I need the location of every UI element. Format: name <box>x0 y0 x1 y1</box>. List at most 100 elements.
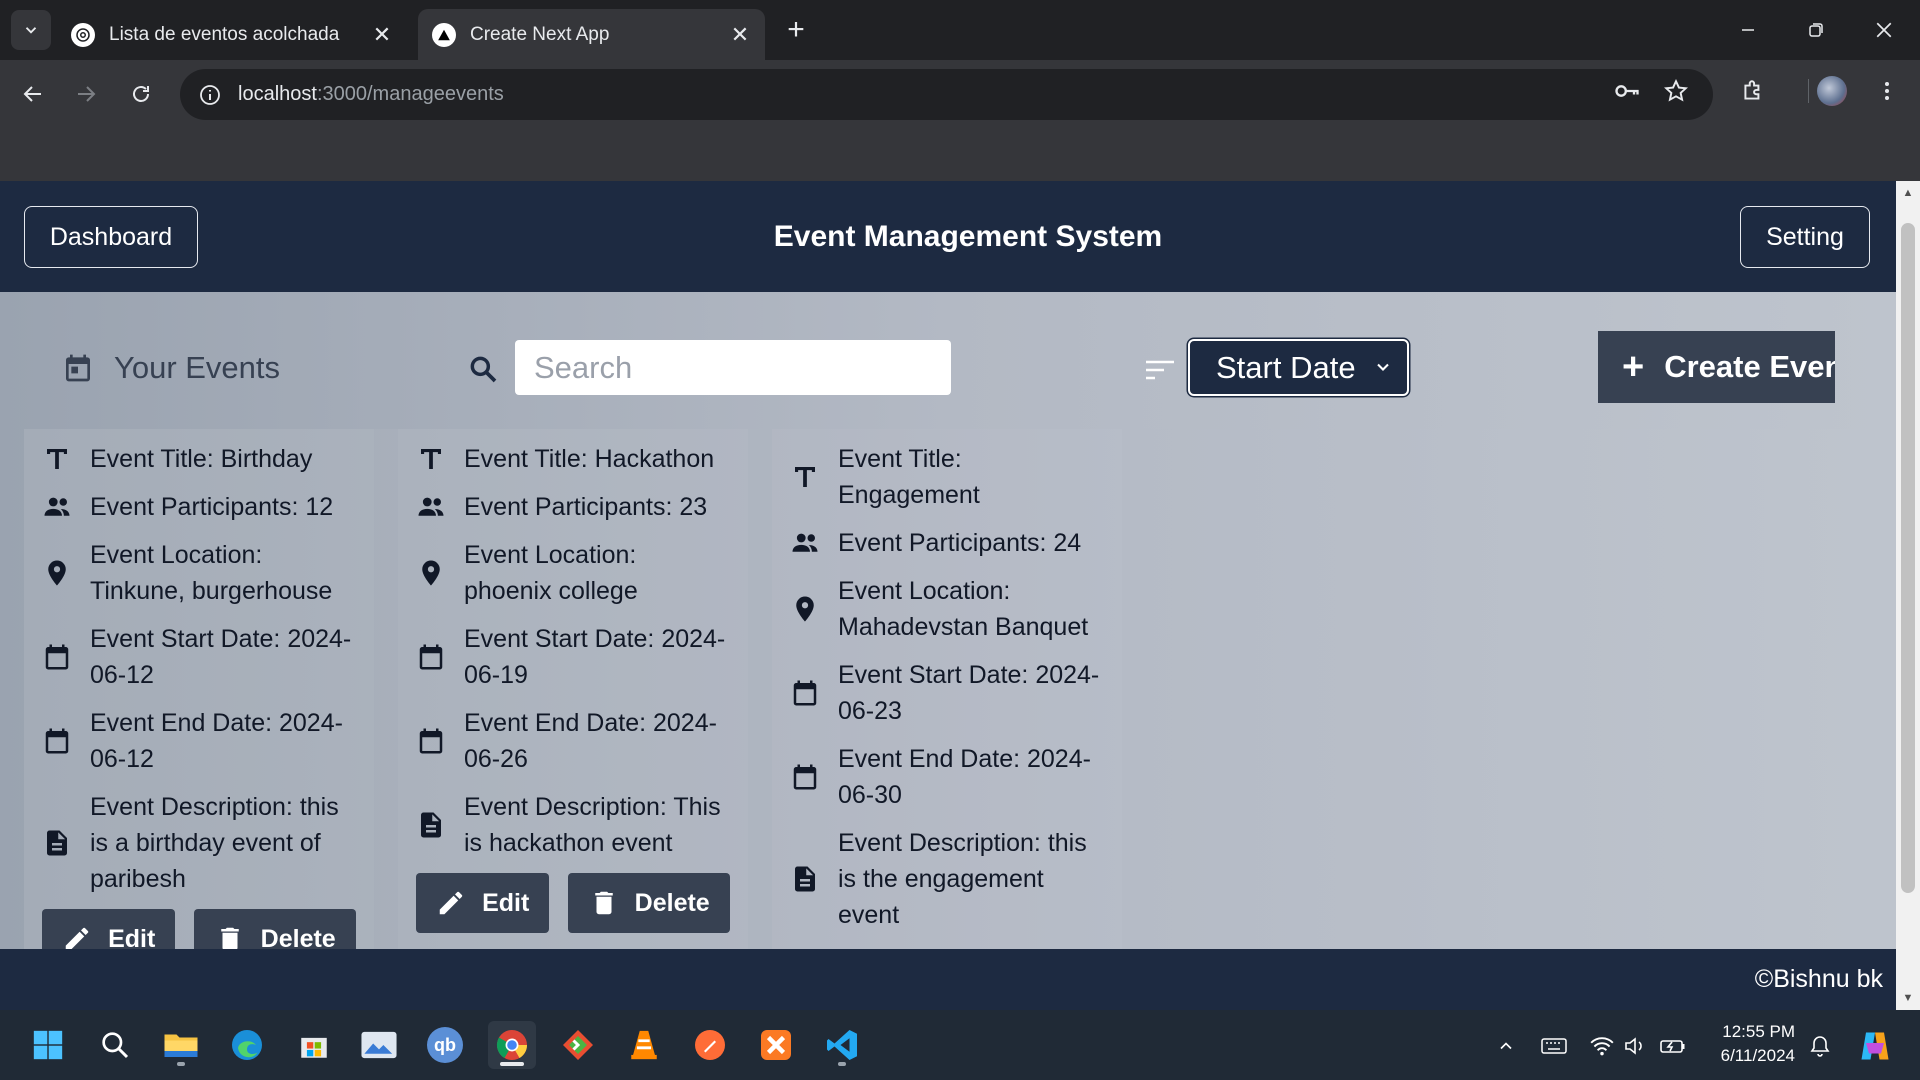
git-client-icon[interactable] <box>554 1021 602 1069</box>
password-key-icon[interactable] <box>1610 74 1644 108</box>
location-pin-icon <box>48 560 66 586</box>
event-title-row: Event Title: Engagement <box>790 441 1104 513</box>
calendar-icon <box>45 644 69 670</box>
event-start-date: Event Start Date: 2024-06-12 <box>90 625 352 689</box>
event-start-row: Event Start Date: 2024-06-23 <box>790 657 1104 729</box>
delete-label: Delete <box>260 924 336 950</box>
file-explorer-icon[interactable] <box>157 1021 205 1069</box>
xampp-icon[interactable] <box>752 1021 800 1069</box>
search-input[interactable] <box>515 340 951 395</box>
close-tab-icon[interactable]: ✕ <box>729 22 751 47</box>
pencil-icon <box>439 891 463 915</box>
scrollbar-thumb[interactable] <box>1901 223 1915 893</box>
running-indicator <box>500 1062 524 1066</box>
nextjs-triangle-icon <box>432 22 456 47</box>
event-title: Event Title: Engagement <box>838 445 980 509</box>
tab-search-button[interactable] <box>11 10 51 50</box>
reload-icon[interactable] <box>121 74 161 114</box>
notification-bell-icon[interactable] <box>1806 1032 1834 1060</box>
sort-select[interactable]: Start Date <box>1188 339 1409 396</box>
chatgpt-icon <box>71 22 95 47</box>
sort-icon <box>1146 360 1174 380</box>
tab-title: Lista de eventos acolchada <box>109 23 340 45</box>
chevron-up-icon[interactable] <box>1492 1032 1520 1060</box>
people-icon <box>418 497 444 516</box>
event-end-date: Event End Date: 2024-06-12 <box>90 709 343 773</box>
page-scrollbar[interactable]: ▲ ▼ <box>1896 181 1920 1010</box>
browser-tab-bar: Lista de eventos acolchada ✕ Create Next… <box>0 0 1920 60</box>
event-title-row: Event Title: Birthday <box>42 441 356 477</box>
event-start-date: Event Start Date: 2024-06-19 <box>464 625 726 689</box>
back-arrow-icon[interactable] <box>13 74 53 114</box>
volume-icon[interactable] <box>1621 1032 1649 1060</box>
vlc-player-icon[interactable] <box>620 1021 668 1069</box>
site-info-icon[interactable] <box>198 83 222 107</box>
event-description: Event Description: this is the engagemen… <box>838 829 1087 929</box>
edit-label: Edit <box>108 924 156 950</box>
minimize-window-icon[interactable] <box>1728 10 1768 50</box>
postman-icon[interactable] <box>686 1021 734 1069</box>
event-end-row: Event End Date: 2024-06-30 <box>790 741 1104 813</box>
your-events-heading: Your Events <box>62 350 280 386</box>
event-location-row: Event Location: phoenix college <box>416 537 730 609</box>
chevron-down-icon <box>1377 363 1389 371</box>
keyboard-icon[interactable] <box>1540 1032 1568 1060</box>
location-pin-icon <box>796 596 814 622</box>
trash-icon <box>594 891 613 915</box>
app-title: Event Management System <box>773 219 1163 253</box>
event-location: Event Location: phoenix college <box>464 541 638 605</box>
battery-charging-icon[interactable] <box>1659 1032 1687 1060</box>
event-end-date: Event End Date: 2024-06-30 <box>838 745 1091 809</box>
scroll-up-arrow-icon[interactable]: ▲ <box>1896 183 1920 203</box>
edit-button[interactable]: Edit <box>416 873 550 933</box>
profile-avatar[interactable] <box>1815 74 1849 108</box>
setting-button[interactable]: Setting <box>1740 206 1870 268</box>
edit-button[interactable]: Edit <box>42 909 176 950</box>
address-bar[interactable]: localhost:3000/manageevents <box>180 69 1713 120</box>
event-description-row: Event Description: This is hackathon eve… <box>416 789 730 861</box>
close-window-icon[interactable] <box>1864 10 1904 50</box>
event-end-row: Event End Date: 2024-06-12 <box>42 705 356 777</box>
scroll-down-arrow-icon[interactable]: ▼ <box>1896 988 1920 1008</box>
dashboard-button[interactable]: Dashboard <box>24 206 198 268</box>
calendar-icon <box>419 644 443 670</box>
document-icon <box>421 812 441 838</box>
vscode-icon[interactable] <box>818 1021 866 1069</box>
event-participants-row: Event Participants: 12 <box>42 489 356 525</box>
edge-browser-icon[interactable] <box>223 1021 271 1069</box>
search-icon[interactable] <box>91 1021 139 1069</box>
tab-lista-eventos[interactable]: Lista de eventos acolchada ✕ <box>57 9 407 60</box>
restore-window-icon[interactable] <box>1796 10 1836 50</box>
delete-button[interactable]: Delete <box>568 873 730 933</box>
microsoft-store-icon[interactable] <box>290 1021 338 1069</box>
tab-title: Create Next App <box>470 23 610 45</box>
delete-button[interactable]: Delete <box>194 909 356 949</box>
create-event-button[interactable]: + Create Event <box>1598 331 1835 403</box>
close-tab-icon[interactable]: ✕ <box>371 22 393 47</box>
event-participants: Event Participants: 12 <box>90 493 334 521</box>
qbittorrent-icon[interactable]: qb <box>421 1021 469 1069</box>
bookmark-star-icon[interactable] <box>1659 74 1693 108</box>
system-clock[interactable]: 12:55 PM 6/11/2024 <box>1705 1020 1795 1068</box>
url-text: localhost:3000/manageevents <box>238 83 504 106</box>
plus-icon: + <box>1622 345 1645 388</box>
photos-app-icon[interactable] <box>355 1021 403 1069</box>
event-start-row: Event Start Date: 2024-06-12 <box>42 621 356 693</box>
event-location: Event Location: Mahadevstan Banquet <box>838 577 1089 641</box>
clock-time: 12:55 PM <box>1722 1022 1795 1041</box>
extensions-puzzle-icon[interactable] <box>1736 74 1770 108</box>
main-content: Your Events Start Date + Create Event Ev… <box>0 292 1896 949</box>
event-participants: Event Participants: 24 <box>838 529 1082 557</box>
forward-arrow-icon[interactable] <box>66 74 106 114</box>
new-tab-button[interactable]: + <box>780 13 812 46</box>
chrome-browser-icon[interactable] <box>488 1021 536 1069</box>
copilot-icon[interactable] <box>1855 1026 1895 1066</box>
wifi-icon[interactable] <box>1588 1032 1616 1060</box>
running-indicator <box>177 1062 185 1066</box>
event-participants-row: Event Participants: 24 <box>790 525 1104 561</box>
create-event-label: Create Event <box>1664 349 1835 384</box>
tab-create-next-app[interactable]: Create Next App ✕ <box>418 9 765 60</box>
event-location: Event Location: Tinkune, burgerhouse <box>90 541 333 605</box>
menu-kebab-icon[interactable] <box>1870 74 1904 108</box>
windows-start-icon[interactable] <box>24 1021 72 1069</box>
